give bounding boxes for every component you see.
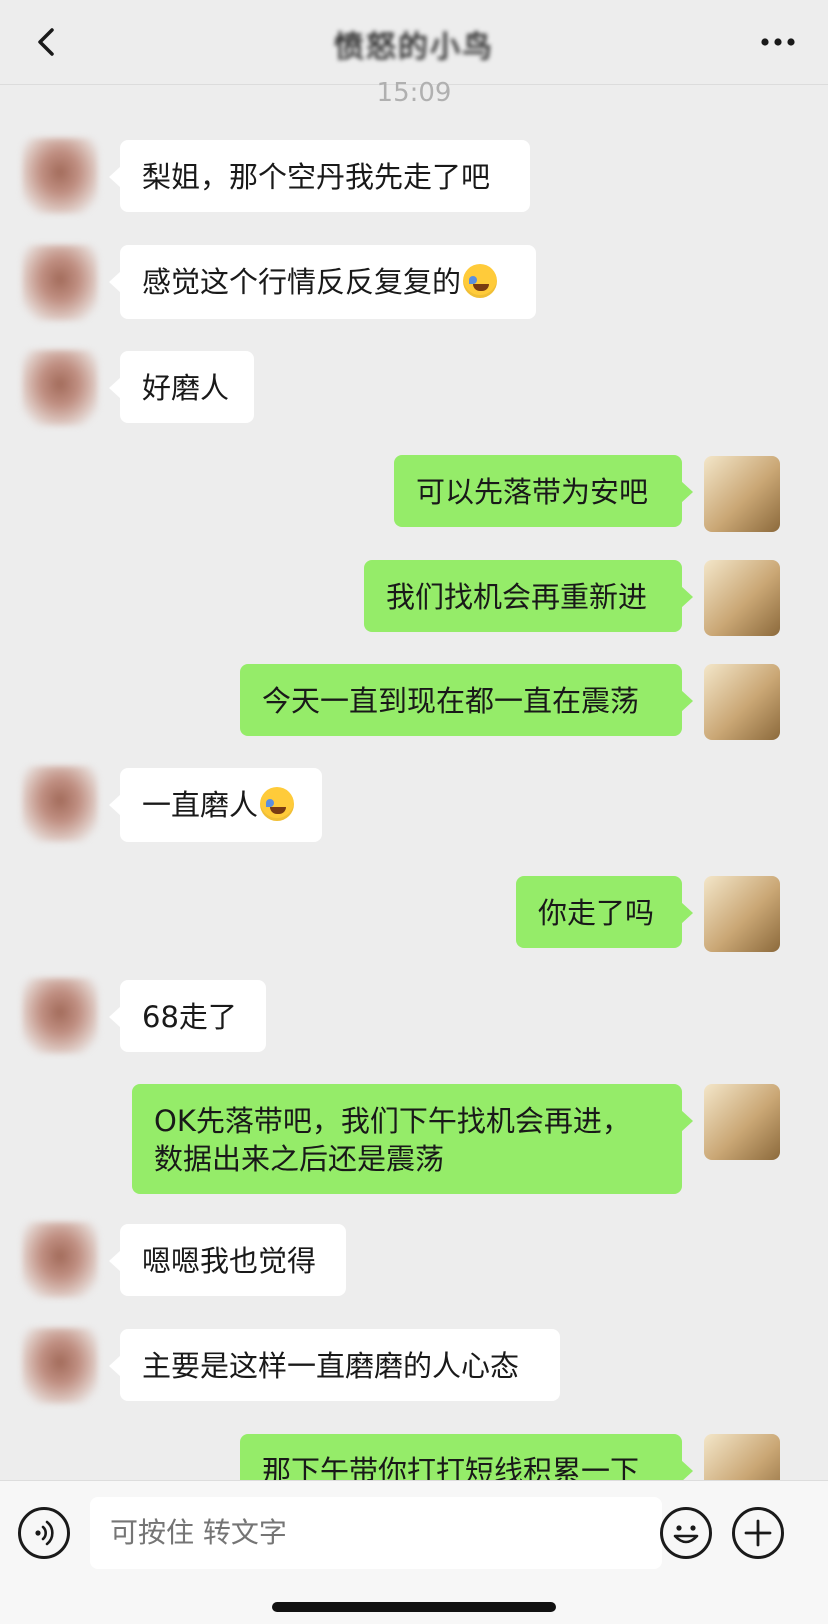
peer-avatar[interactable] bbox=[22, 1328, 98, 1404]
message-text: 梨姐，那个空丹我先走了吧 bbox=[142, 160, 491, 194]
self-avatar[interactable] bbox=[704, 876, 780, 952]
message-text: 你走了吗 bbox=[538, 896, 655, 930]
self-avatar[interactable] bbox=[704, 456, 780, 532]
message-bubble-in[interactable]: 68走了 bbox=[109, 980, 266, 1052]
message-text: 我们找机会再重新进 bbox=[386, 580, 648, 614]
peer-avatar[interactable] bbox=[22, 766, 98, 842]
message-text: 感觉这个行情反反复复的 bbox=[142, 265, 462, 299]
message-bubble-in[interactable]: 一直磨人 bbox=[109, 768, 322, 842]
message-bubble-out[interactable]: 可以先落带为安吧 bbox=[394, 455, 693, 527]
message-bubble-out[interactable]: 我们找机会再重新进 bbox=[364, 560, 693, 632]
message-bubble-in[interactable]: 感觉这个行情反反复复的 bbox=[109, 245, 536, 319]
peer-avatar[interactable] bbox=[22, 978, 98, 1054]
self-avatar[interactable] bbox=[704, 560, 780, 636]
message-bubble-in[interactable]: 主要是这样一直磨磨的人心态 bbox=[109, 1329, 560, 1401]
peer-avatar[interactable] bbox=[22, 138, 98, 214]
message-text: 今天一直到现在都一直在震荡 bbox=[262, 684, 640, 718]
message-bubble-out[interactable]: 你走了吗 bbox=[516, 876, 693, 948]
message-text: 好磨人 bbox=[142, 371, 230, 405]
emoji-icon[interactable] bbox=[660, 1507, 712, 1559]
plus-icon[interactable] bbox=[732, 1507, 784, 1559]
message-bubble-out[interactable]: OK先落带吧，我们下午找机会再进， 数据出来之后还是震荡 bbox=[132, 1084, 693, 1194]
message-text: 68走了 bbox=[142, 1000, 237, 1034]
more-dots-icon[interactable] bbox=[758, 26, 798, 58]
message-timestamp: 15:09 bbox=[376, 78, 452, 108]
chat-title: 愤怒的小鸟 bbox=[334, 30, 494, 65]
message-text: 嗯嗯我也觉得 bbox=[142, 1244, 317, 1278]
message-text: OK先落带吧，我们下午找机会再进， bbox=[154, 1104, 631, 1138]
top-bar: 愤怒的小鸟 bbox=[0, 0, 828, 85]
self-avatar[interactable] bbox=[704, 664, 780, 740]
peer-avatar[interactable] bbox=[22, 245, 98, 321]
voice-icon[interactable] bbox=[18, 1507, 70, 1559]
peer-avatar[interactable] bbox=[22, 350, 98, 426]
message-input[interactable] bbox=[90, 1497, 662, 1569]
message-bubble-in[interactable]: 好磨人 bbox=[109, 351, 254, 423]
crying-laughing-emoji bbox=[463, 264, 498, 298]
message-text: 一直磨人 bbox=[142, 788, 259, 822]
self-avatar[interactable] bbox=[704, 1084, 780, 1160]
peer-avatar[interactable] bbox=[22, 1222, 98, 1298]
message-text: 主要是这样一直磨磨的人心态 bbox=[142, 1349, 520, 1383]
message-text: 可以先落带为安吧 bbox=[416, 475, 649, 509]
crying-laughing-emoji bbox=[260, 787, 295, 821]
home-indicator bbox=[272, 1602, 556, 1612]
message-text: 数据出来之后还是震荡 bbox=[154, 1142, 445, 1176]
input-bar bbox=[0, 1480, 828, 1624]
message-bubble-in[interactable]: 嗯嗯我也觉得 bbox=[109, 1224, 346, 1296]
message-bubble-in[interactable]: 梨姐，那个空丹我先走了吧 bbox=[109, 140, 530, 212]
message-bubble-out[interactable]: 今天一直到现在都一直在震荡 bbox=[240, 664, 693, 736]
